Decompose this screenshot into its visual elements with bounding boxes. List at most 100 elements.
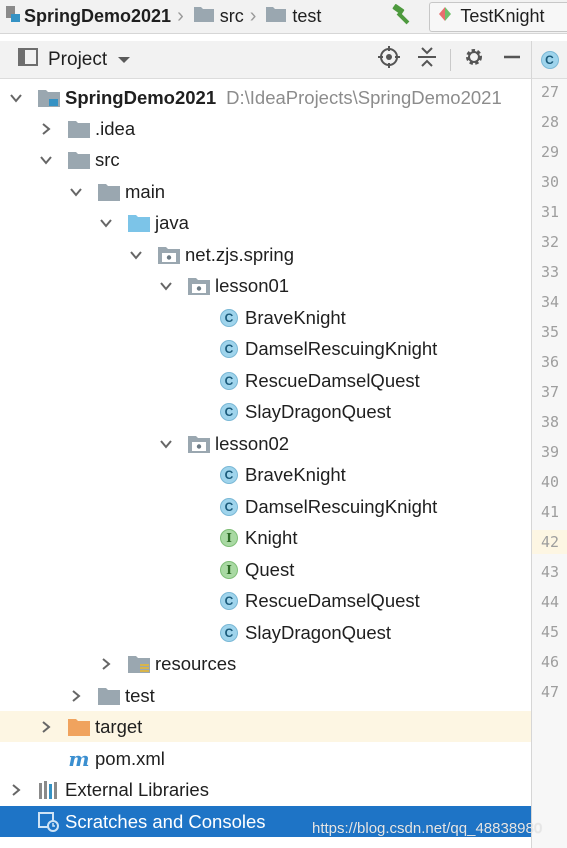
class-icon: C xyxy=(218,401,240,423)
tree-node-lesson01[interactable]: lesson01 xyxy=(0,270,531,301)
class-icon: C xyxy=(218,590,240,612)
project-tree[interactable]: SpringDemo2021 D:\IdeaProjects\SpringDemo… xyxy=(0,80,531,848)
tree-node-label: Quest xyxy=(245,558,295,580)
breadcrumb-label: test xyxy=(292,6,322,26)
tree-node-class[interactable]: C RescueDamselQuest xyxy=(0,585,531,616)
tree-node-label: SlayDragonQuest xyxy=(245,621,392,643)
toolbar-divider xyxy=(450,48,451,71)
tree-node-label: target xyxy=(95,715,143,737)
line-number: 34 xyxy=(540,293,559,311)
locate-button[interactable] xyxy=(370,41,408,78)
chevron-down-icon xyxy=(117,49,131,71)
class-icon: C xyxy=(218,370,240,392)
folder-icon xyxy=(98,181,120,203)
chevron-right-icon[interactable] xyxy=(38,719,54,735)
line-number: 42 xyxy=(532,530,567,554)
class-icon: C xyxy=(218,496,240,518)
hammer-icon xyxy=(391,3,415,30)
folder-icon xyxy=(98,685,120,707)
collapse-all-button[interactable] xyxy=(408,41,446,78)
line-number-gutter: 27 28 29 30 31 32 33 34 35 36 37 38 39 40 41 42 43 44 45 46… xyxy=(531,79,567,848)
scratches-icon xyxy=(38,811,60,833)
tree-node-interface[interactable]: I Quest xyxy=(0,554,531,585)
editor-tab-strip[interactable]: C xyxy=(531,41,567,79)
tree-node-pom[interactable]: m pom.xml xyxy=(0,743,531,774)
tree-node-label: resources xyxy=(155,652,237,674)
breadcrumb-item-test[interactable]: test xyxy=(260,0,321,33)
navigation-bar: SpringDemo2021 › src › test TestKnight xyxy=(0,0,567,34)
excluded-folder-icon xyxy=(68,716,90,738)
line-number: 33 xyxy=(540,263,559,281)
chevron-right-icon[interactable] xyxy=(8,782,24,798)
tree-node-label: SlayDragonQuest xyxy=(245,400,392,422)
tree-node-class[interactable]: C DamselRescuingKnight xyxy=(0,333,531,364)
chevron-down-icon[interactable] xyxy=(68,184,84,200)
build-button[interactable] xyxy=(391,3,415,30)
breadcrumb-item-project[interactable]: SpringDemo2021 xyxy=(0,0,171,33)
resources-folder-icon xyxy=(128,653,150,675)
tree-node-label: java xyxy=(155,211,189,233)
tree-node-label: DamselRescuingKnight xyxy=(245,337,438,359)
tree-node-class[interactable]: C RescueDamselQuest xyxy=(0,365,531,396)
tree-node-label: lesson01 xyxy=(215,274,290,296)
tree-node-interface[interactable]: I Knight xyxy=(0,522,531,553)
line-number: 28 xyxy=(540,113,559,131)
chevron-down-icon[interactable] xyxy=(38,152,54,168)
folder-icon xyxy=(68,149,90,171)
breadcrumb-label: src xyxy=(219,6,244,26)
project-tool-window-header: Project xyxy=(0,41,531,79)
collapse-all-icon xyxy=(416,46,438,74)
tree-node-lesson02[interactable]: lesson02 xyxy=(0,428,531,459)
tree-node-class[interactable]: C DamselRescuingKnight xyxy=(0,491,531,522)
tree-node-target[interactable]: target xyxy=(0,711,531,742)
chevron-down-icon[interactable] xyxy=(128,247,144,263)
tree-node-java[interactable]: java xyxy=(0,207,531,238)
chevron-right-icon[interactable] xyxy=(98,656,114,672)
libraries-icon xyxy=(38,779,60,801)
breadcrumb-item-src[interactable]: src xyxy=(188,0,244,33)
line-number: 47 xyxy=(540,683,559,701)
chevron-down-icon[interactable] xyxy=(98,215,114,231)
minimize-icon xyxy=(502,47,522,73)
settings-button[interactable] xyxy=(455,41,493,78)
run-configuration-selector[interactable]: TestKnight xyxy=(429,1,567,32)
tree-node-resources[interactable]: resources xyxy=(0,648,531,679)
package-icon xyxy=(188,433,210,455)
project-view-selector[interactable]: Project xyxy=(0,47,131,72)
tree-node-class[interactable]: C BraveKnight xyxy=(0,302,531,333)
class-icon: C xyxy=(218,338,240,360)
gear-icon xyxy=(463,46,485,74)
folder-icon xyxy=(68,118,90,140)
folder-icon xyxy=(193,6,214,27)
run-configuration-label: TestKnight xyxy=(460,6,545,26)
tree-node-label: DamselRescuingKnight xyxy=(245,495,438,517)
tree-node-label: pom.xml xyxy=(95,747,165,769)
tree-node-test[interactable]: test xyxy=(0,680,531,711)
tree-node-class[interactable]: C SlayDragonQuest xyxy=(0,396,531,427)
tree-node-label: src xyxy=(95,148,120,170)
line-number: 41 xyxy=(540,503,559,521)
line-number: 44 xyxy=(540,593,559,611)
tree-node-src[interactable]: src xyxy=(0,144,531,175)
tree-node-label: main xyxy=(125,180,166,202)
line-number: 36 xyxy=(540,353,559,371)
tree-node-class[interactable]: C BraveKnight xyxy=(0,459,531,490)
tree-node-package-root[interactable]: net.zjs.spring xyxy=(0,239,531,270)
chevron-right-icon[interactable] xyxy=(68,688,84,704)
tree-node-external-libraries[interactable]: External Libraries xyxy=(0,774,531,805)
line-number: 31 xyxy=(540,203,559,221)
chevron-down-icon[interactable] xyxy=(158,436,174,452)
line-number: 30 xyxy=(540,173,559,191)
tree-node-project-root[interactable]: SpringDemo2021 D:\IdeaProjects\SpringDemo… xyxy=(0,82,531,113)
minimize-button[interactable] xyxy=(493,41,531,78)
chevron-right-icon[interactable] xyxy=(38,121,54,137)
tree-node-main[interactable]: main xyxy=(0,176,531,207)
chevron-down-icon[interactable] xyxy=(158,278,174,294)
package-icon xyxy=(188,275,210,297)
chevron-down-icon[interactable] xyxy=(8,90,24,106)
tree-node-class[interactable]: C SlayDragonQuest xyxy=(0,617,531,648)
test-config-icon xyxy=(438,6,452,27)
tree-node-label: External Libraries xyxy=(65,778,209,800)
tree-node-idea[interactable]: .idea xyxy=(0,113,531,144)
line-number: 27 xyxy=(540,83,559,101)
